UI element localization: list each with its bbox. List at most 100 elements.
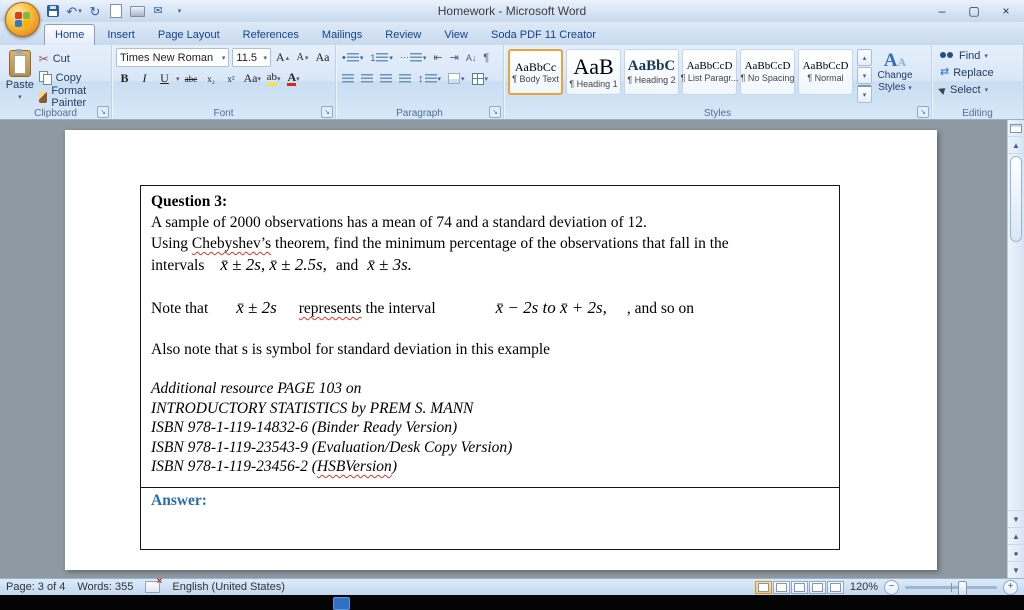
redo-button[interactable]: ↻	[86, 2, 104, 20]
align-left-button[interactable]	[340, 70, 356, 88]
zoom-slider-thumb[interactable]	[958, 580, 968, 596]
tab-insert[interactable]: Insert	[96, 24, 146, 45]
font-size-combo[interactable]: 11.5 ▾	[232, 48, 271, 67]
bold-button[interactable]: B	[116, 70, 133, 88]
word-count[interactable]: Words: 355	[77, 581, 133, 593]
select-browse-object-button[interactable]: ●	[1008, 544, 1024, 561]
underline-button[interactable]: U	[156, 70, 173, 88]
qat-dropdown-icon: ▾	[177, 8, 182, 15]
outline-view-button[interactable]	[808, 580, 826, 594]
zoom-level[interactable]: 120%	[850, 581, 878, 593]
font-color-button[interactable]: A ▾	[285, 70, 302, 88]
scroll-up-button[interactable]: ▲	[1008, 137, 1024, 154]
full-screen-view-button[interactable]	[772, 580, 790, 594]
style-body-text[interactable]: AaBbCc ¶ Body Text	[508, 49, 563, 95]
print-layout-view-button[interactable]	[754, 580, 772, 594]
maximize-button[interactable]: ▢	[958, 0, 990, 22]
paste-button[interactable]: Paste ▾	[4, 47, 36, 106]
tab-page-layout[interactable]: Page Layout	[147, 24, 231, 45]
shrink-font-button[interactable]: A ▾	[294, 49, 311, 67]
proofing-status[interactable]	[145, 576, 162, 593]
font-family-combo[interactable]: Times New Roman ▾	[116, 48, 230, 67]
decrease-indent-button[interactable]: ⇤	[431, 49, 444, 67]
highlight-button[interactable]: ab ▾	[265, 70, 282, 88]
zoom-in-button[interactable]: +	[1003, 579, 1018, 595]
tab-review[interactable]: Review	[374, 24, 432, 45]
tab-references[interactable]: References	[232, 24, 310, 45]
new-document-button[interactable]	[107, 2, 125, 20]
font-dialog-launcher[interactable]: ↘	[321, 106, 333, 118]
close-button[interactable]: ×	[990, 0, 1022, 22]
previous-page-button[interactable]: ▲	[1008, 527, 1024, 544]
show-formatting-marks-button[interactable]: ¶	[481, 49, 491, 67]
quick-print-button[interactable]	[128, 2, 146, 20]
justify-button[interactable]	[397, 70, 413, 88]
style-heading-2[interactable]: AaBbC ¶ Heading 2	[624, 49, 679, 95]
sort-button[interactable]: A↓	[464, 49, 479, 67]
select-button[interactable]: Select ▾	[936, 81, 1019, 98]
question-cell[interactable]: Question 3: A sample of 2000 observation…	[141, 186, 839, 487]
change-case-button[interactable]: Aa ▾	[243, 70, 263, 88]
customize-qat-button[interactable]: ▾	[170, 2, 188, 20]
clear-formatting-button[interactable]: Aa	[314, 49, 331, 67]
undo-button[interactable]: ↶ ▾	[65, 2, 83, 20]
taskbar-item[interactable]	[333, 597, 350, 610]
find-button[interactable]: Find ▾	[936, 47, 1019, 64]
draft-view-button[interactable]	[826, 580, 844, 594]
subscript-button[interactable]: x₂	[203, 70, 220, 88]
change-styles-button[interactable]: AA Change Styles ▾	[875, 49, 915, 93]
styles-scroll-up-button[interactable]: ▴	[857, 49, 872, 66]
minimize-button[interactable]: –	[926, 0, 958, 22]
vertical-scrollbar[interactable]: ▲ ▼ ▲ ● ▼	[1007, 120, 1024, 578]
office-button[interactable]	[5, 2, 40, 37]
style-no-spacing[interactable]: AaBbCcD ¶ No Spacing	[740, 49, 795, 95]
paragraph-dialog-launcher[interactable]: ↘	[489, 106, 501, 118]
replace-button[interactable]: ⇄ Replace	[936, 64, 1019, 81]
style-heading-1[interactable]: AaB ¶ Heading 1	[566, 49, 621, 95]
tab-view[interactable]: View	[433, 24, 479, 45]
answer-cell[interactable]: Answer:	[141, 486, 839, 549]
save-button[interactable]	[44, 2, 62, 20]
increase-indent-button[interactable]: ⇥	[448, 49, 461, 67]
styles-gallery-more-button[interactable]: ▾	[857, 85, 872, 103]
ribbon: Paste ▾ ✂ Cut Copy Format Painter Clipboa…	[0, 45, 1024, 120]
align-right-button[interactable]	[378, 70, 394, 88]
tab-soda-pdf[interactable]: Soda PDF 11 Creator	[480, 24, 607, 45]
shading-button[interactable]: ▾	[446, 70, 467, 88]
spellcheck-underline: HSBVersion	[316, 458, 392, 475]
styles-dialog-launcher[interactable]: ↘	[917, 106, 929, 118]
underline-dropdown-icon[interactable]: ▾	[176, 75, 180, 83]
scrollbar-thumb[interactable]	[1010, 156, 1022, 242]
superscript-button[interactable]: x²	[223, 70, 240, 88]
numbering-button[interactable]: 1 ▾	[368, 49, 395, 67]
tab-home[interactable]: Home	[44, 24, 96, 45]
ruler-toggle-button[interactable]	[1008, 120, 1024, 137]
style-list-paragraph[interactable]: AaBbCcD ¶ List Paragr...	[681, 49, 738, 95]
taskbar[interactable]	[0, 595, 1024, 610]
grow-font-button[interactable]: A ▴	[274, 49, 291, 67]
zoom-out-button[interactable]: −	[884, 579, 899, 595]
web-layout-view-button[interactable]	[790, 580, 808, 594]
tab-mailings[interactable]: Mailings	[311, 24, 373, 45]
document-page[interactable]: Question 3: A sample of 2000 observation…	[65, 130, 937, 570]
italic-button[interactable]: I	[136, 70, 153, 88]
scroll-down-button[interactable]: ▼	[1008, 510, 1024, 527]
cut-button[interactable]: ✂ Cut	[36, 49, 107, 68]
style-normal[interactable]: AaBbCcD ¶ Normal	[798, 49, 853, 95]
line-spacing-button[interactable]: ↕ ▾	[416, 70, 443, 88]
multilevel-list-button[interactable]: ⋯ ▾	[398, 49, 429, 67]
bullets-button[interactable]: • ▾	[340, 49, 365, 67]
styles-scroll-down-button[interactable]: ▾	[857, 67, 872, 84]
resource-line-1: Additional resource PAGE 103 on	[151, 380, 362, 397]
next-page-button[interactable]: ▼	[1008, 561, 1024, 578]
font-color-dropdown-icon: ▾	[296, 74, 300, 83]
format-painter-button[interactable]: Format Painter	[36, 85, 107, 109]
clipboard-dialog-launcher[interactable]: ↘	[97, 106, 109, 118]
borders-button[interactable]: ▾	[470, 70, 491, 88]
page-indicator[interactable]: Page: 3 of 4	[6, 581, 65, 593]
align-center-button[interactable]	[359, 70, 375, 88]
language-indicator[interactable]: English (United States)	[172, 581, 285, 593]
strikethrough-button[interactable]: abc	[183, 70, 200, 88]
zoom-slider[interactable]	[905, 580, 997, 596]
email-button[interactable]: ✉	[149, 2, 167, 20]
